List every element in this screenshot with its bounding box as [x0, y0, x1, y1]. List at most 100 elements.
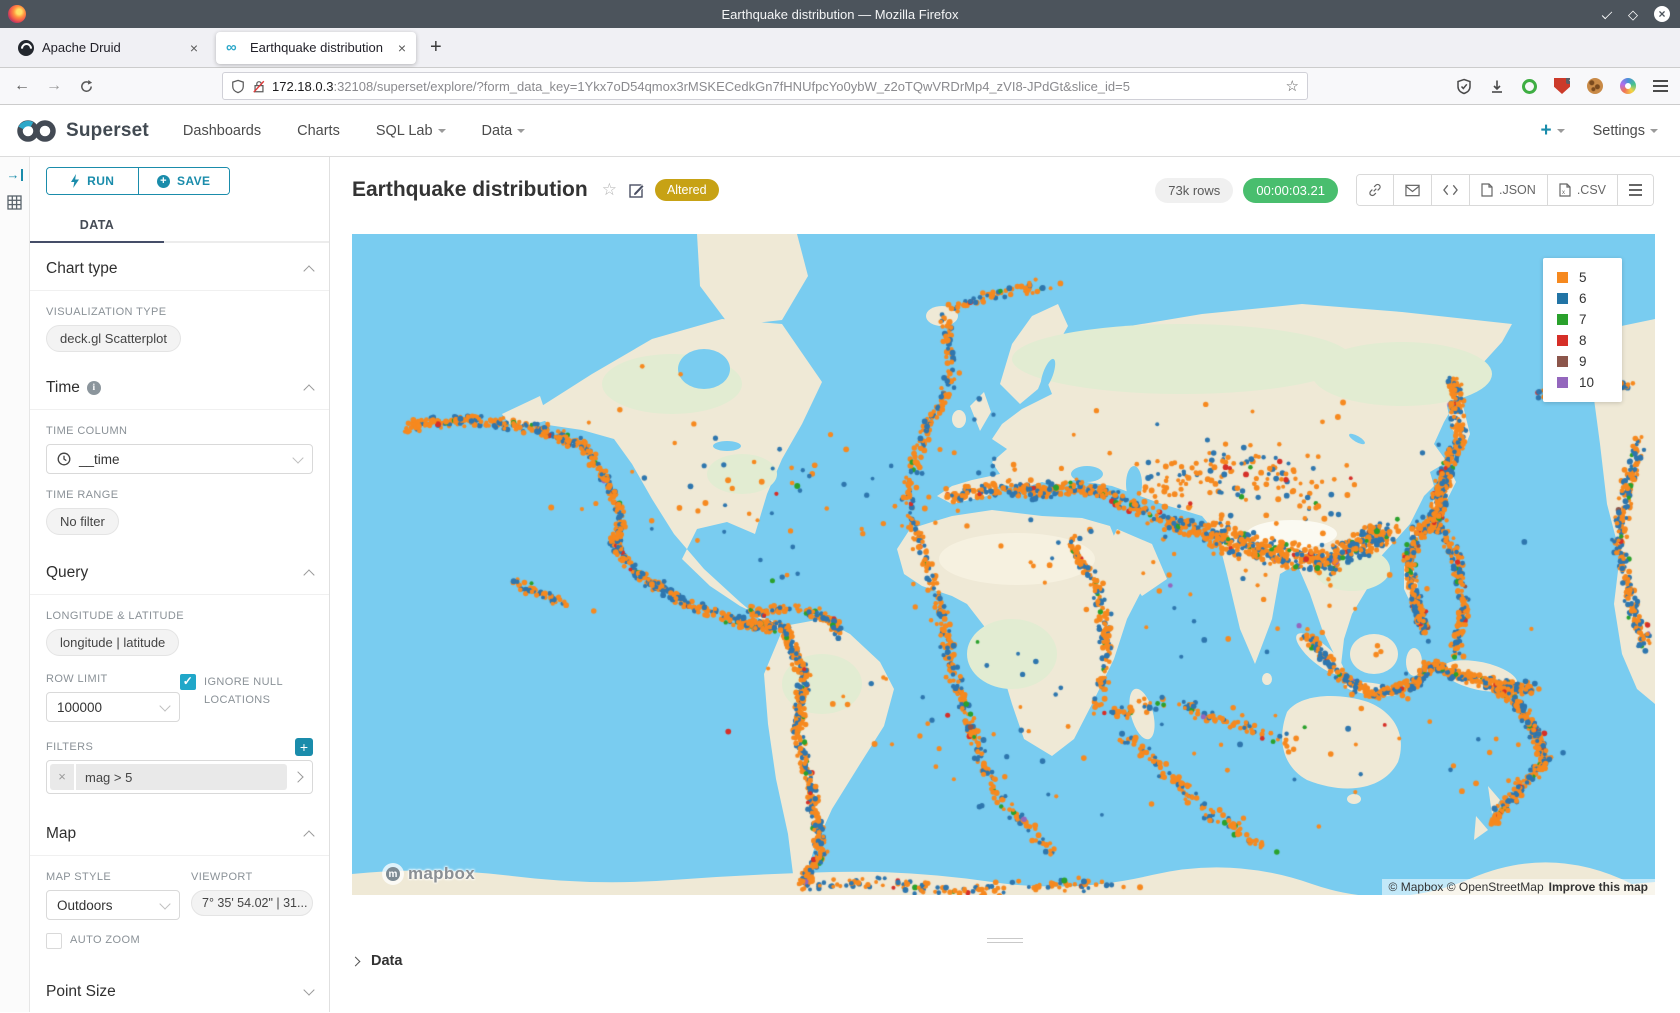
dataset-grid-icon[interactable]: [7, 195, 22, 210]
insecure-lock-icon[interactable]: [252, 79, 266, 94]
add-filter-button[interactable]: +: [295, 738, 313, 756]
viewport-value[interactable]: 7° 35' 54.02" | 31...: [191, 890, 313, 916]
chevron-right-icon: [351, 956, 361, 966]
nav-item-data[interactable]: Data: [482, 123, 526, 139]
chevron-right-icon: [292, 771, 303, 782]
section-title: Query: [46, 564, 88, 582]
shield-icon[interactable]: [231, 79, 245, 94]
open-filter-icon[interactable]: [287, 773, 309, 781]
superset-logo[interactable]: Superset: [16, 119, 149, 143]
bookmark-star-icon[interactable]: ☆: [1286, 77, 1299, 95]
tab-data[interactable]: DATA: [30, 209, 164, 243]
attribution-text[interactable]: © Mapbox © OpenStreetMap: [1389, 880, 1544, 894]
cookie-extension-icon[interactable]: [1587, 78, 1603, 94]
chevron-up-icon: [303, 265, 314, 276]
protections-shield-icon[interactable]: [1456, 78, 1472, 95]
tab-label: Earthquake distribution: [250, 40, 392, 55]
map-style-select[interactable]: Outdoors: [46, 890, 180, 920]
new-item-button[interactable]: +: [1540, 120, 1564, 142]
time-range-value[interactable]: No filter: [46, 508, 119, 535]
map-style-label: MAP STYLE: [46, 871, 191, 883]
email-button[interactable]: [1393, 175, 1431, 205]
legend-label: 7: [1579, 312, 1587, 327]
url-toolbar: ← → 172.18.0.3:32108/superset/explore/?f…: [0, 68, 1680, 105]
section-query[interactable]: Query: [46, 547, 313, 594]
ignore-null-checkbox-row[interactable]: ✓ IGNORE NULL LOCATIONS: [180, 674, 314, 709]
legend-row[interactable]: 9: [1543, 351, 1622, 372]
nav-item-dashboards[interactable]: Dashboards: [183, 123, 261, 139]
tab-apache-druid[interactable]: Apache Druid ×: [8, 32, 208, 64]
auto-zoom-checkbox[interactable]: [46, 933, 62, 949]
superset-favicon-icon: ∞: [226, 40, 242, 56]
lonlat-label: LONGITUDE & LATITUDE: [46, 610, 313, 622]
nav-item-charts[interactable]: Charts: [297, 123, 340, 139]
chevron-down-icon: [303, 984, 314, 995]
chart-menu-button[interactable]: [1617, 175, 1653, 205]
nav-item-sql-lab[interactable]: SQL Lab: [376, 123, 446, 139]
settings-menu[interactable]: Settings: [1593, 123, 1658, 139]
remove-filter-icon[interactable]: ×: [50, 764, 76, 790]
colorwheel-extension-icon[interactable]: [1620, 78, 1636, 94]
ignore-null-checkbox[interactable]: ✓: [180, 674, 196, 690]
legend-row[interactable]: 10: [1543, 372, 1622, 393]
ublock-extension-icon[interactable]: 2: [1554, 78, 1570, 94]
close-window-icon[interactable]: ×: [1654, 6, 1670, 22]
lightning-icon: [70, 174, 80, 188]
embed-code-button[interactable]: [1431, 175, 1469, 205]
address-bar[interactable]: 172.18.0.3:32108/superset/explore/?form_…: [222, 72, 1308, 100]
download-icon[interactable]: [1489, 78, 1505, 95]
auto-zoom-row[interactable]: AUTO ZOOM: [46, 932, 191, 950]
mapbox-logo[interactable]: m mapbox: [382, 863, 475, 885]
chart-title: Earthquake distribution: [352, 178, 588, 202]
firefox-icon: [8, 5, 26, 23]
copy-link-button[interactable]: [1357, 175, 1393, 205]
legend-swatch-icon: [1557, 335, 1568, 346]
favorite-star-icon[interactable]: ☆: [602, 180, 617, 200]
chart-actions-group: .JSON x .CSV: [1356, 174, 1654, 206]
altered-badge[interactable]: Altered: [655, 179, 719, 201]
filter-chip[interactable]: × mag > 5: [50, 764, 287, 790]
forward-button[interactable]: →: [38, 77, 70, 95]
window-title: Earthquake distribution — Mozilla Firefo…: [0, 7, 1680, 22]
section-title: Time: [46, 379, 80, 397]
save-button[interactable]: + SAVE: [139, 168, 230, 194]
svg-text:x: x: [1562, 190, 1565, 196]
tab-close-icon[interactable]: ×: [398, 40, 406, 56]
expand-panel-icon[interactable]: →: [7, 169, 23, 181]
caret-down-icon: [438, 129, 446, 133]
tab-earthquake-distribution[interactable]: ∞ Earthquake distribution ×: [216, 32, 416, 64]
tab-close-icon[interactable]: ×: [190, 40, 198, 56]
deckgl-scatterplot-map[interactable]: 56 7 8910 m mapbox © Mapbox © OpenStreetMa…: [352, 234, 1655, 895]
extension-green-icon[interactable]: [1522, 79, 1537, 94]
firefox-menu-icon[interactable]: [1653, 80, 1668, 92]
section-map[interactable]: Map: [46, 808, 313, 855]
lonlat-value[interactable]: longitude | latitude: [46, 629, 179, 656]
time-column-label: TIME COLUMN: [46, 425, 313, 437]
section-point-size[interactable]: Point Size: [46, 966, 313, 1013]
export-csv-button[interactable]: x .CSV: [1547, 175, 1617, 205]
row-limit-select[interactable]: 100000: [46, 692, 180, 722]
maximize-icon[interactable]: ◇: [1628, 8, 1638, 21]
run-button[interactable]: RUN: [47, 168, 139, 194]
edit-title-icon[interactable]: [629, 182, 645, 198]
back-button[interactable]: ←: [6, 77, 38, 95]
mapbox-icon: m: [382, 863, 404, 885]
improve-map-link[interactable]: Improve this map: [1549, 880, 1648, 894]
reload-button[interactable]: [70, 79, 102, 94]
minimize-icon[interactable]: [1602, 9, 1612, 19]
legend-row[interactable]: 5: [1543, 267, 1622, 288]
data-panel-toggle[interactable]: Data: [352, 953, 402, 969]
section-chart-type[interactable]: Chart type: [46, 243, 313, 290]
nav-item-label: SQL Lab: [376, 123, 433, 139]
time-column-select[interactable]: __time: [46, 444, 313, 474]
legend-row[interactable]: 7: [1543, 309, 1622, 330]
url-path: :32108/superset/explore/?form_data_key=1…: [333, 79, 1130, 94]
viz-type-value[interactable]: deck.gl Scatterplot: [46, 325, 181, 352]
legend-row[interactable]: 6: [1543, 288, 1622, 309]
section-time[interactable]: Timei: [46, 362, 313, 409]
resize-drag-handle[interactable]: [987, 938, 1023, 943]
legend-row[interactable]: 8: [1543, 330, 1622, 351]
new-tab-button[interactable]: +: [430, 36, 442, 59]
export-json-button[interactable]: .JSON: [1469, 175, 1547, 205]
tab-label: Apache Druid: [42, 40, 184, 55]
